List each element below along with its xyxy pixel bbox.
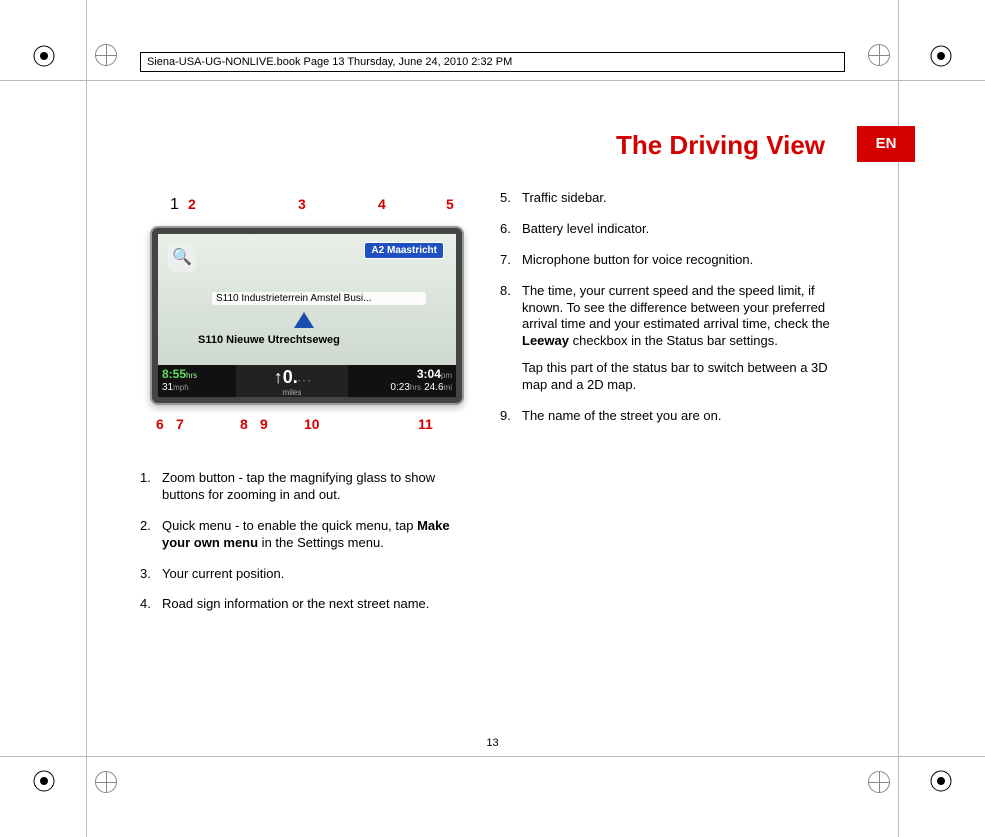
status-bar-left[interactable]: 8:55hrs 31mph [158, 365, 236, 397]
direction-arrow-icon: ↑ [274, 367, 283, 387]
registration-mark-top-right [927, 42, 955, 70]
list-item: 3.Your current position. [140, 566, 470, 583]
item-text: The time, your current speed and the spe… [522, 283, 830, 394]
eta-unit: pm [441, 371, 452, 380]
callout-10: 10 [304, 416, 320, 432]
callout-3: 3 [298, 196, 306, 212]
current-position-icon [294, 312, 314, 328]
callout-1: 1 [170, 196, 179, 214]
registration-mark-bottom-left [30, 767, 58, 795]
callout-8: 8 [240, 416, 248, 432]
left-column: 1.Zoom button - tap the magnifying glass… [140, 470, 470, 627]
right-column: 5.Traffic sidebar.6.Battery level indica… [500, 190, 830, 439]
callout-5: 5 [446, 196, 454, 212]
item-number: 4. [140, 596, 162, 613]
item-text: Road sign information or the next street… [162, 596, 470, 613]
crop-guide-top [0, 80, 985, 81]
item-number: 8. [500, 283, 522, 394]
distance-unit: miles [236, 388, 348, 397]
item-text: Traffic sidebar. [522, 190, 830, 207]
left-item-list: 1.Zoom button - tap the magnifying glass… [140, 470, 470, 613]
item-text: Battery level indicator. [522, 221, 830, 238]
arrival-time-unit: hrs [186, 371, 197, 380]
page-number: 13 [0, 737, 985, 749]
item-text: The name of the street you are on. [522, 408, 830, 425]
callout-7: 7 [176, 416, 184, 432]
item-text-extra: Tap this part of the status bar to switc… [522, 360, 830, 394]
item-number: 7. [500, 252, 522, 269]
right-item-list: 5.Traffic sidebar.6.Battery level indica… [500, 190, 830, 425]
arrival-time: 8:55 [162, 367, 186, 381]
current-street: S110 Nieuwe Utrechtseweg [198, 334, 340, 346]
running-head: Siena-USA-UG-NONLIVE.book Page 13 Thursd… [140, 52, 845, 72]
time-remaining: 0:23 [390, 382, 409, 393]
driving-view-figure: 1 2 3 4 5 🔍 A2 Maastricht S110 Industrie… [140, 196, 470, 446]
chapter-title: The Driving View [500, 130, 825, 161]
status-bar[interactable]: 8:55hrs 31mph ↑0.- - - miles 3:04pm 0:23… [158, 365, 456, 397]
callout-2: 2 [188, 196, 196, 212]
list-item: 6.Battery level indicator. [500, 221, 830, 238]
registration-mark-top-left [30, 42, 58, 70]
language-tab: EN [857, 126, 915, 162]
item-text: Your current position. [162, 566, 470, 583]
crop-target-top-left [95, 44, 117, 66]
item-number: 2. [140, 518, 162, 552]
eta-time: 3:04 [417, 367, 441, 381]
item-number: 3. [140, 566, 162, 583]
callout-11: 11 [418, 416, 433, 432]
list-item: 5.Traffic sidebar. [500, 190, 830, 207]
callout-6: 6 [156, 416, 164, 432]
device-screenshot: 🔍 A2 Maastricht S110 Industrieterrein Am… [150, 226, 464, 405]
next-turn-distance: 0. [283, 367, 298, 387]
bold-term: Leeway [522, 333, 569, 348]
list-item: 8.The time, your current speed and the s… [500, 283, 830, 394]
callout-9: 9 [260, 416, 268, 432]
item-number: 6. [500, 221, 522, 238]
crop-guide-bottom [0, 756, 985, 757]
item-text: Quick menu - to enable the quick menu, t… [162, 518, 470, 552]
crop-target-top-right [868, 44, 890, 66]
speed-unit: mph [173, 383, 189, 392]
distance-remaining-unit: mi [444, 383, 452, 392]
registration-mark-bottom-right [927, 767, 955, 795]
map-area[interactable]: 🔍 A2 Maastricht S110 Industrieterrein Am… [158, 234, 456, 365]
list-item: 7.Microphone button for voice recognitio… [500, 252, 830, 269]
item-number: 1. [140, 470, 162, 504]
time-remaining-unit: hrs [410, 383, 421, 392]
current-speed: 31 [162, 382, 173, 393]
callout-4: 4 [378, 196, 386, 212]
crop-target-bottom-left [95, 771, 117, 793]
status-bar-right[interactable]: 3:04pm 0:23hrs 24.6mi [348, 365, 456, 397]
list-item: 1.Zoom button - tap the magnifying glass… [140, 470, 470, 504]
item-text: Microphone button for voice recognition. [522, 252, 830, 269]
next-turn-dash: - - - [298, 376, 310, 385]
list-item: 2.Quick menu - to enable the quick menu,… [140, 518, 470, 552]
road-sign[interactable]: A2 Maastricht [364, 242, 444, 259]
list-item: 9.The name of the street you are on. [500, 408, 830, 425]
distance-remaining: 24.6 [424, 382, 443, 393]
bold-term: Make your own menu [162, 518, 450, 550]
item-number: 9. [500, 408, 522, 425]
zoom-button[interactable]: 🔍 [168, 244, 196, 272]
item-text: Zoom button - tap the magnifying glass t… [162, 470, 470, 504]
status-bar-middle[interactable]: ↑0.- - - miles [236, 365, 348, 397]
street-banner: S110 Industrieterrein Amstel Busi... [212, 292, 426, 305]
crop-target-bottom-right [868, 771, 890, 793]
crop-guide-left [86, 0, 87, 837]
list-item: 4.Road sign information or the next stre… [140, 596, 470, 613]
item-number: 5. [500, 190, 522, 207]
